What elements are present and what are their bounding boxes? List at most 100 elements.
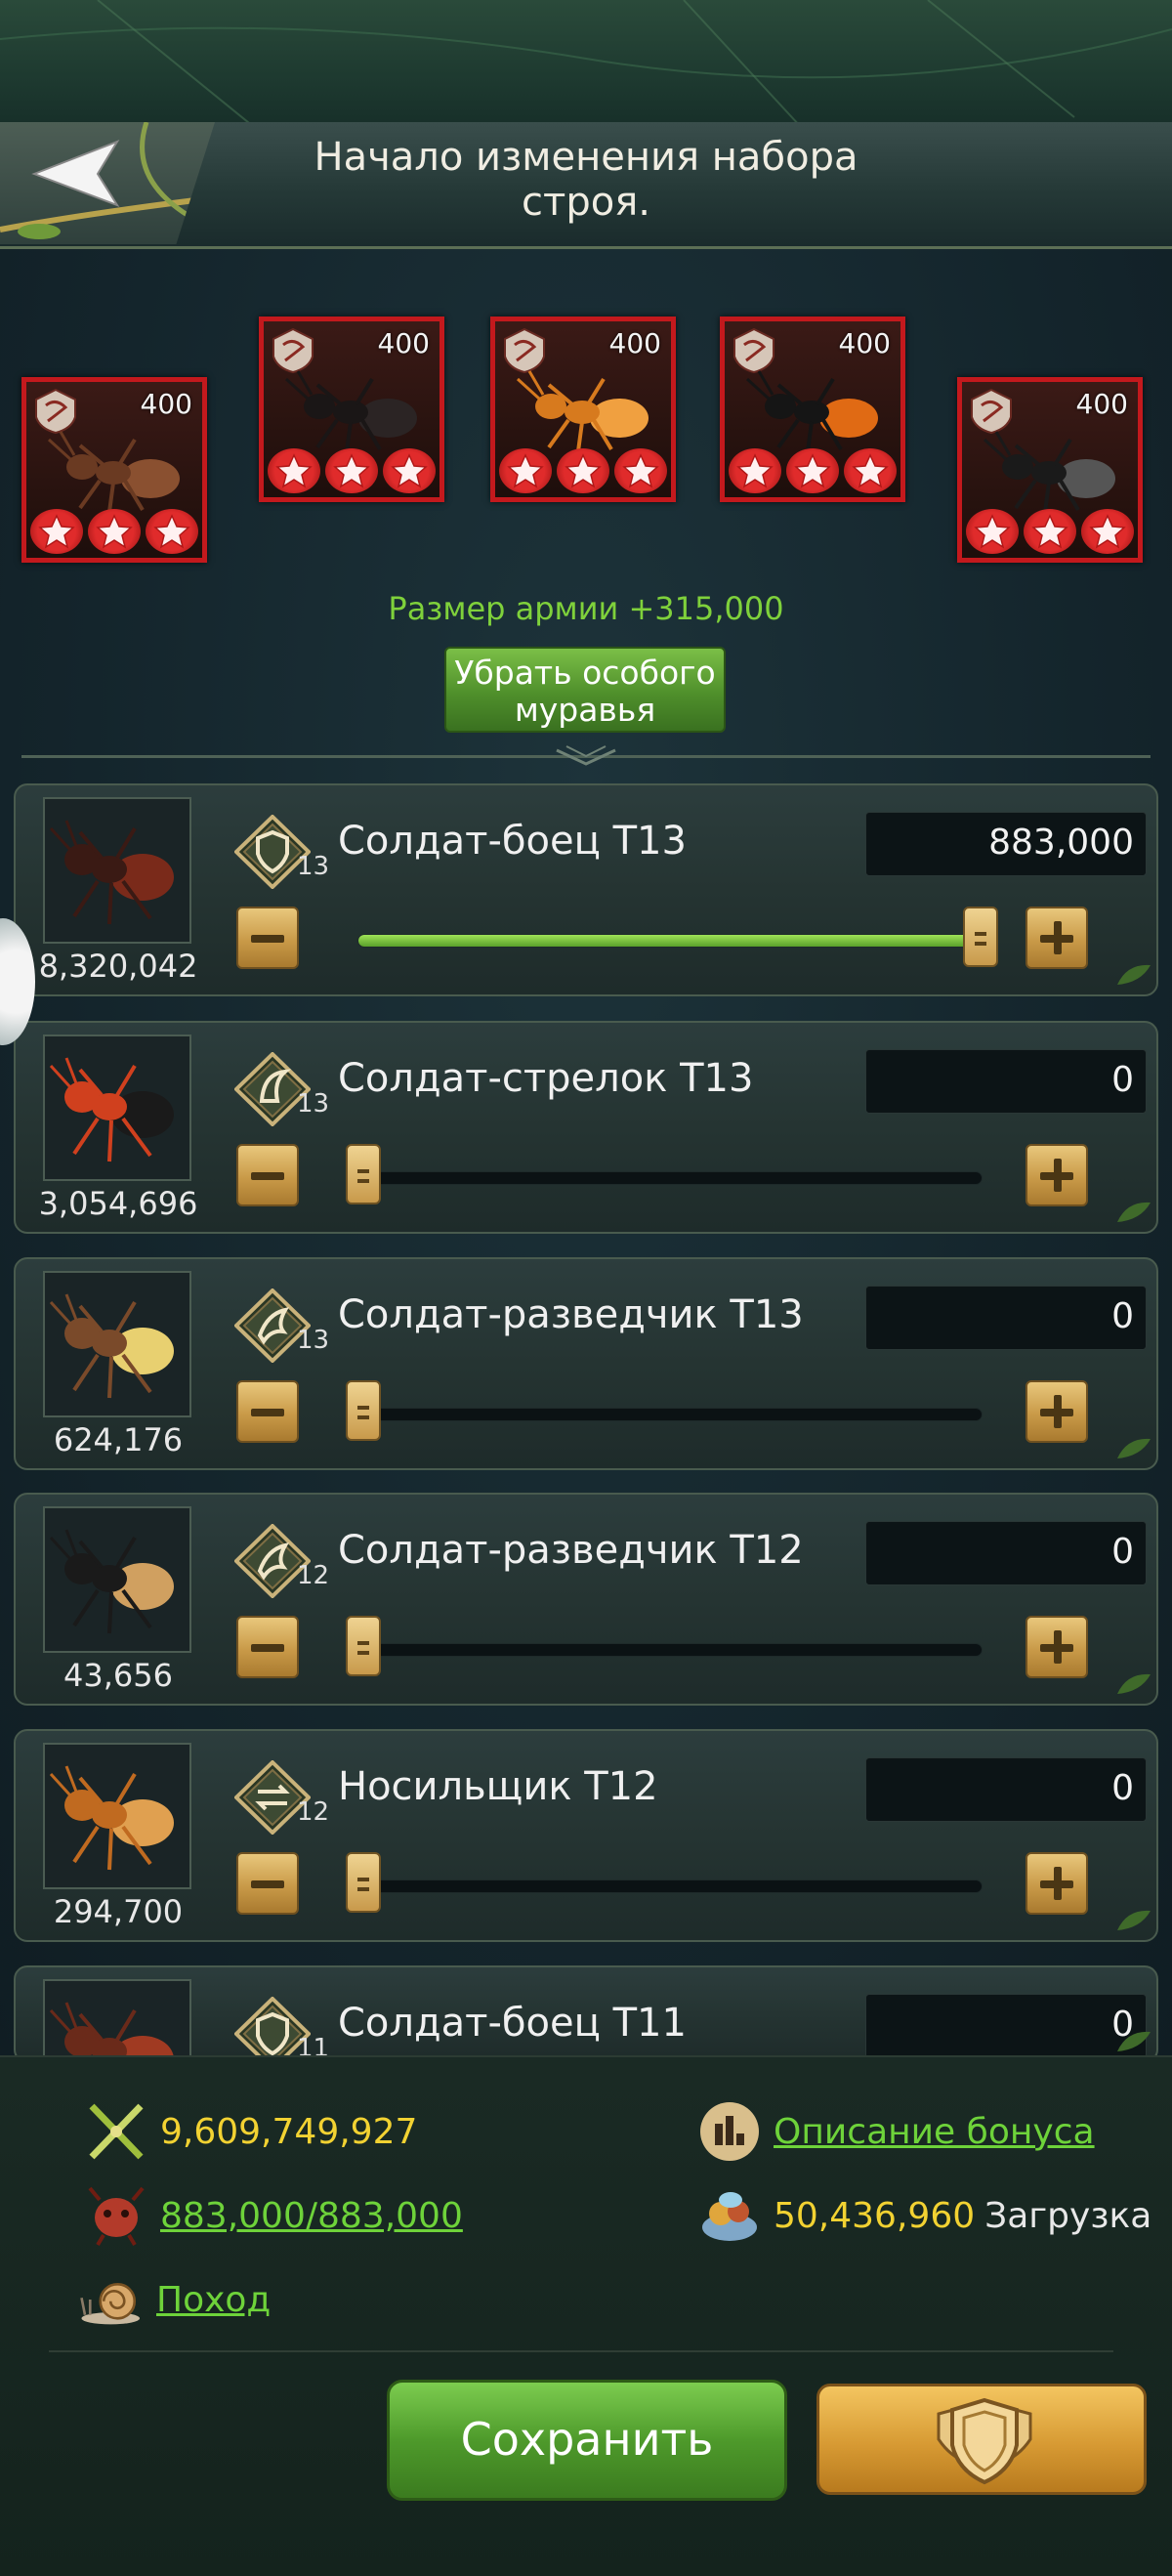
ant-icon [49, 1529, 174, 1634]
special-ant-card[interactable]: 400 [21, 377, 207, 563]
troop-total: 8,320,042 [38, 948, 198, 985]
troop-quantity-input[interactable]: 0 [865, 1521, 1147, 1585]
troop-count-link[interactable]: 883,000/883,000 [160, 2196, 463, 2236]
decrease-button[interactable] [236, 1380, 299, 1443]
star-rating [966, 509, 1134, 554]
special-ant-card[interactable]: 400 [720, 317, 905, 502]
special-ant-card[interactable]: 400 [957, 377, 1143, 563]
quantity-slider-track[interactable] [357, 1643, 983, 1657]
decrease-button[interactable] [236, 1852, 299, 1915]
star-icon [383, 448, 436, 493]
quantity-slider-track[interactable] [357, 1879, 983, 1893]
troop-quantity-input[interactable]: 883,000 [865, 812, 1147, 876]
troop-name: Солдат-разведчик T13 [338, 1292, 804, 1337]
shields-icon [937, 2397, 1032, 2485]
star-icon [786, 448, 839, 493]
star-icon [614, 448, 667, 493]
quantity-slider-handle[interactable] [346, 1616, 381, 1676]
quantity-slider-fill [358, 935, 982, 947]
troop-quantity-input[interactable]: 0 [865, 1994, 1147, 2058]
quantity-slider-track[interactable] [357, 1171, 983, 1185]
troop-portrait[interactable] [43, 1271, 191, 1417]
troop-portrait[interactable] [43, 1506, 191, 1653]
decrease-button[interactable] [236, 1144, 299, 1206]
star-icon [1024, 509, 1076, 554]
troop-portrait[interactable] [43, 1035, 191, 1181]
page-title: Начало изменения набора строя. [314, 135, 858, 225]
troop-name: Солдат-стрелок T13 [338, 1056, 754, 1101]
troop-count-stat: 883,000/883,000 [82, 2184, 463, 2247]
troop-tier: 13 [297, 1089, 330, 1119]
ant-head-icon [88, 2186, 145, 2247]
troop-total: 3,054,696 [38, 1185, 198, 1222]
increase-button[interactable] [1026, 1852, 1088, 1915]
load-stat: 50,436,960 Загрузка [695, 2184, 1151, 2247]
troop-tier: 12 [297, 1561, 330, 1590]
star-icon [30, 509, 83, 554]
star-icon [499, 448, 552, 493]
troop-total: 624,176 [53, 1421, 184, 1458]
troop-total: 294,700 [53, 1893, 184, 1930]
star-rating [268, 448, 436, 493]
troop-portrait[interactable] [43, 797, 191, 944]
troop-row: 43,656 12 Солдат-разведчик T12 0 [14, 1493, 1158, 1706]
troop-name: Солдат-боец T11 [338, 2001, 687, 2046]
march-stat: Поход [78, 2268, 271, 2331]
troop-name: Солдат-боец T13 [338, 819, 687, 864]
troop-quantity-input[interactable]: 0 [865, 1049, 1147, 1114]
troop-portrait[interactable] [43, 1743, 191, 1889]
increase-button[interactable] [1026, 1144, 1088, 1206]
troop-row: 294,700 12 Носильщик T12 0 [14, 1729, 1158, 1942]
ant-icon [49, 1293, 174, 1399]
load-label: Загрузка [984, 2195, 1152, 2236]
bar-chart-icon[interactable] [695, 2100, 764, 2163]
army-size-text: Размер армии +315,000 [388, 590, 784, 627]
ant-icon [284, 370, 417, 452]
troop-name: Носильщик T12 [338, 1764, 658, 1809]
quantity-slider-handle[interactable] [346, 1380, 381, 1441]
troop-row: 8,320,042 13 Солдат-боец T13 883,000 [14, 783, 1158, 996]
quantity-slider-handle[interactable] [346, 1144, 381, 1204]
leaf-decoration-icon [1117, 1673, 1151, 1694]
troop-quantity-input[interactable]: 0 [865, 1286, 1147, 1350]
march-link[interactable]: Поход [156, 2280, 271, 2320]
quantity-slider-track[interactable] [357, 1408, 983, 1421]
star-rating [30, 509, 198, 554]
snail-icon [80, 2282, 140, 2325]
formation-button[interactable] [816, 2384, 1147, 2495]
troop-tier: 12 [297, 1797, 330, 1827]
special-ant-count: 400 [838, 327, 891, 359]
quantity-slider-track[interactable] [357, 934, 983, 948]
quantity-slider-handle[interactable] [963, 907, 998, 967]
troop-name: Солдат-разведчик T12 [338, 1528, 804, 1573]
increase-button[interactable] [1026, 1616, 1088, 1678]
star-rating [729, 448, 897, 493]
special-ant-card[interactable]: 400 [490, 317, 676, 502]
back-button[interactable] [29, 137, 137, 215]
increase-button[interactable] [1026, 1380, 1088, 1443]
ant-icon [983, 431, 1115, 513]
special-ant-count: 400 [608, 327, 661, 359]
troop-row: 3,054,696 13 Солдат-стрелок T13 0 [14, 1021, 1158, 1234]
divider-ornament-icon [556, 745, 616, 766]
star-icon [1081, 509, 1134, 554]
decrease-button[interactable] [236, 1616, 299, 1678]
leaf-decoration-icon [1117, 1910, 1151, 1930]
save-button[interactable]: Сохранить [387, 2380, 787, 2501]
star-icon [88, 509, 141, 554]
bottom-divider [49, 2350, 1113, 2352]
troop-tier: 13 [297, 852, 330, 881]
bonus-description-link[interactable]: Описание бонуса [774, 2112, 1095, 2152]
remove-special-ant-button[interactable]: Убрать особого муравья [444, 647, 726, 733]
special-ant-count: 400 [140, 388, 192, 420]
decrease-button[interactable] [236, 907, 299, 969]
quantity-slider-handle[interactable] [346, 1852, 381, 1913]
ant-icon [49, 820, 174, 925]
troop-row: 11 Солдат-боец T11 0 [14, 1965, 1158, 2151]
troop-quantity-input[interactable]: 0 [865, 1757, 1147, 1822]
troop-total: 43,656 [63, 1657, 173, 1694]
increase-button[interactable] [1026, 907, 1088, 969]
ant-icon [745, 370, 878, 452]
star-icon [729, 448, 781, 493]
special-ant-card[interactable]: 400 [259, 317, 444, 502]
